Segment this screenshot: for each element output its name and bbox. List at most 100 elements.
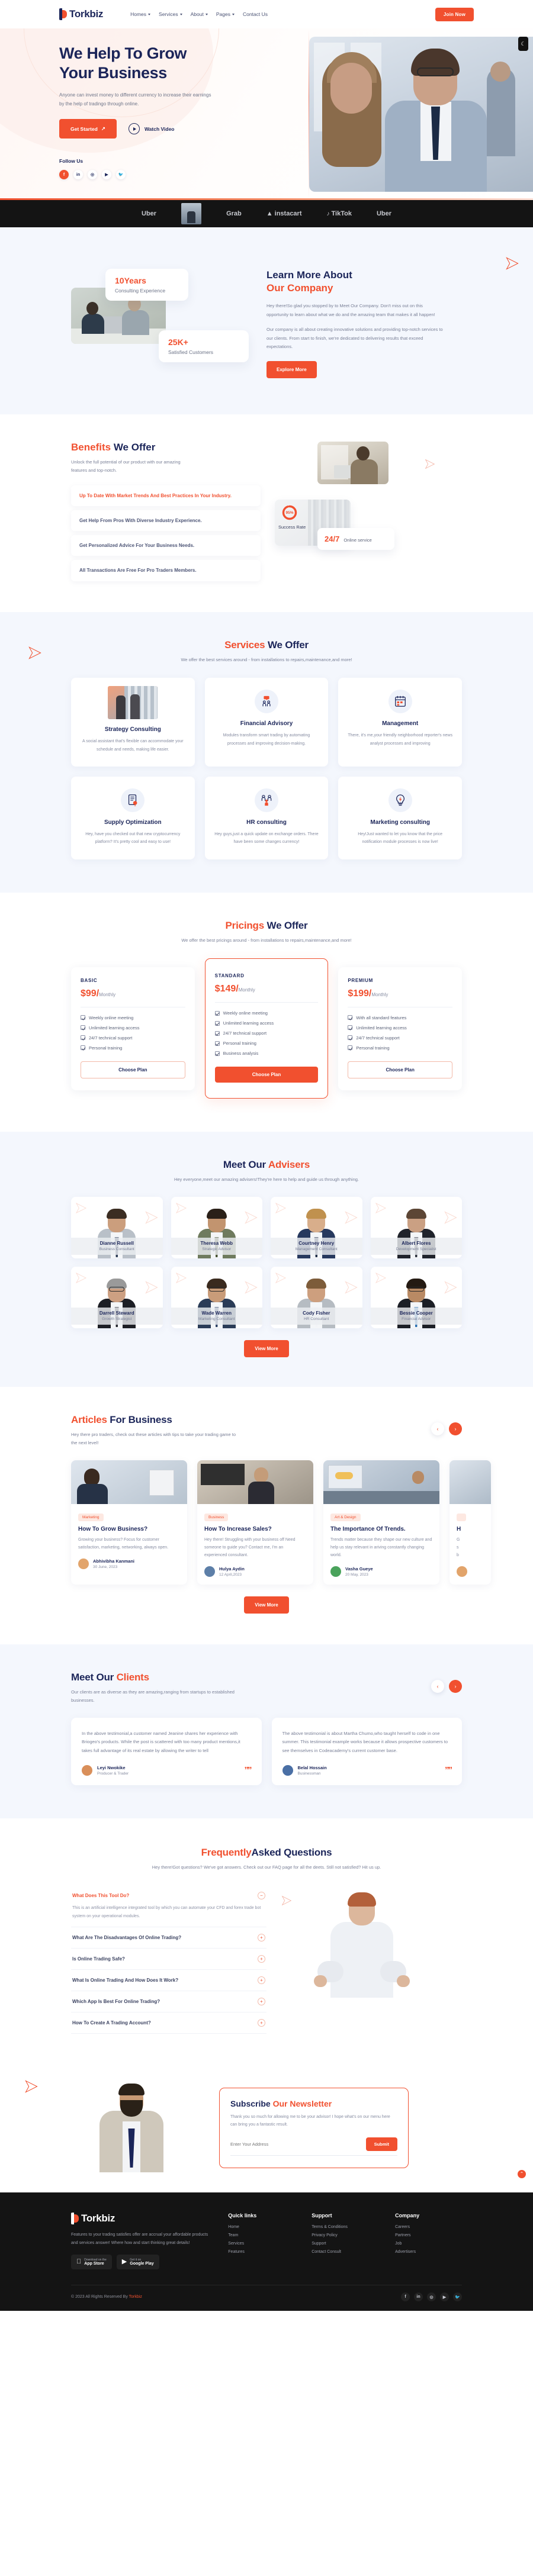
nav-label: Services: [159, 11, 178, 17]
footer-link[interactable]: Careers: [395, 2225, 462, 2229]
check-icon: [214, 1051, 220, 1056]
benefit-item-3[interactable]: Get Personalized Advice For Your Busines…: [71, 535, 261, 556]
plus-circle-icon[interactable]: +: [258, 1976, 265, 1984]
watch-video-button[interactable]: Watch Video: [128, 123, 175, 135]
avatar: [78, 1558, 89, 1569]
nav-item-pages[interactable]: Pages: [216, 11, 235, 17]
instagram-icon[interactable]: ◎: [88, 170, 97, 180]
facebook-icon[interactable]: f: [59, 170, 69, 180]
pricing-card-standard: STANDARD $149/Monthly Weekly online meet…: [204, 958, 329, 1099]
articles-view-more-button[interactable]: View More: [244, 1596, 289, 1614]
newsletter-email-input[interactable]: [230, 2141, 366, 2147]
app-store-button[interactable]:  Download on the App Store: [71, 2255, 112, 2270]
linkedin-icon[interactable]: in: [414, 2292, 423, 2302]
nav-item-contact-us[interactable]: Contact Us: [243, 11, 268, 17]
article-card[interactable]: Marketing How To Grow Business? Growing yo…: [71, 1460, 187, 1585]
plus-circle-icon[interactable]: +: [258, 1997, 265, 2005]
footer-link[interactable]: Features: [228, 2250, 295, 2254]
chevron-right-icon[interactable]: ›: [449, 1679, 462, 1693]
plus-circle-icon[interactable]: +: [258, 1933, 265, 1941]
youtube-icon[interactable]: ▶: [102, 170, 111, 180]
advisers-view-more-button[interactable]: View More: [244, 1340, 289, 1358]
benefit-item-4[interactable]: All Transactions Are Free For Pro Trader…: [71, 560, 261, 581]
footer-link[interactable]: Services: [228, 2242, 295, 2246]
adviser-card[interactable]: Dianne Russell Business Consultant: [71, 1197, 163, 1259]
footer-logo[interactable]: Torkbiz: [71, 2212, 211, 2224]
nav-item-about[interactable]: About: [191, 11, 208, 17]
linkedin-icon[interactable]: in: [73, 170, 83, 180]
faq-item[interactable]: How To Create A Trading Account? +: [71, 2012, 266, 2034]
google-play-button[interactable]: ▶ Get it on Google Play: [116, 2255, 159, 2270]
check-icon: [214, 1031, 220, 1036]
faq-item[interactable]: Which App Is Best For Online Trading? +: [71, 1991, 266, 2012]
twitter-icon[interactable]: 🐦: [116, 170, 126, 180]
benefit-item-2[interactable]: Get Help From Pros With Diverse Industry…: [71, 510, 261, 532]
service-card-hr-consulting[interactable]: HR consulting Hey guys,just a quick upda…: [204, 776, 329, 859]
join-now-button[interactable]: Join Now: [435, 7, 474, 21]
get-started-button[interactable]: Get Started ↗: [59, 119, 117, 139]
nav-item-services[interactable]: Services: [159, 11, 182, 17]
dark-mode-toggle[interactable]: ☾: [518, 37, 528, 51]
footer-link[interactable]: Job: [395, 2242, 462, 2246]
facebook-icon[interactable]: f: [401, 2292, 410, 2302]
chevron-left-icon[interactable]: ‹: [431, 1422, 444, 1436]
choose-plan-button-premium[interactable]: Choose Plan: [348, 1061, 452, 1078]
newsletter-submit-button[interactable]: Submit: [365, 2137, 397, 2151]
twitter-icon[interactable]: 🐦: [453, 2292, 462, 2302]
explore-more-button[interactable]: Explore More: [266, 361, 317, 378]
service-card-marketing-consulting[interactable]: Marketing consulting Hey!Just wanted to …: [338, 776, 462, 859]
faq-title: FrequentlyAsked Questions: [71, 1847, 462, 1859]
minus-circle-icon[interactable]: −: [258, 1892, 265, 1900]
footer-link[interactable]: Team: [228, 2233, 295, 2237]
adviser-card[interactable]: Albert Flores Development Specialist: [370, 1197, 462, 1259]
article-card[interactable]: Art & Design The Importance Of Trends. Tre…: [323, 1460, 439, 1585]
adviser-name: Dianne Russell: [99, 1241, 134, 1247]
footer-link[interactable]: Contact Consult: [312, 2250, 378, 2254]
service-card-strategy-consulting[interactable]: Strategy Consulting A social assistant t…: [71, 678, 195, 767]
footer-link[interactable]: Privacy Policy: [312, 2233, 378, 2237]
service-desc: Hey guys,just a quick update on exchange…: [214, 832, 319, 845]
instagram-icon[interactable]: ◎: [427, 2292, 436, 2302]
chevron-down-icon: [179, 13, 182, 15]
plus-circle-icon[interactable]: +: [258, 1954, 265, 1963]
footer-link[interactable]: Advertisers: [395, 2250, 462, 2254]
choose-plan-button-basic[interactable]: Choose Plan: [81, 1061, 185, 1078]
plan-feature: Weekly online meeting: [214, 1010, 319, 1016]
footer-link[interactable]: Support: [312, 2242, 378, 2246]
faq-item[interactable]: What Is Online Trading And How Does It W…: [71, 1970, 266, 1991]
article-card-partial[interactable]: HGsb: [449, 1460, 491, 1585]
article-title: The Importance Of Trends.: [330, 1526, 406, 1533]
youtube-icon[interactable]: ▶: [440, 2292, 449, 2302]
copyright-prefix: © 2023 All Rights Reserved By: [71, 2295, 129, 2300]
article-card[interactable]: Business How To Increase Sales? Hey there!…: [197, 1460, 313, 1585]
logo[interactable]: Torkbiz: [59, 8, 103, 20]
chevron-right-icon[interactable]: ›: [449, 1422, 462, 1436]
arrow-decoration-icon: [424, 458, 436, 470]
plus-circle-icon[interactable]: +: [258, 2018, 265, 2027]
service-card-management[interactable]: Management There, it's me,your friendly …: [338, 678, 462, 767]
footer-link[interactable]: Home: [228, 2225, 295, 2229]
adviser-card[interactable]: Wade Warren Marketing Consultant: [171, 1267, 262, 1329]
footer-link[interactable]: Partners: [395, 2233, 462, 2237]
avatar: [82, 1764, 92, 1776]
choose-plan-button-standard[interactable]: Choose Plan: [214, 1067, 319, 1083]
service-card-financial-advisory[interactable]: Financial Advisory Modules transform sma…: [204, 678, 329, 767]
scroll-to-top-button[interactable]: ⌃: [518, 2169, 526, 2178]
nav-item-homes[interactable]: Homes: [130, 11, 151, 17]
stat-value: 25K+: [168, 337, 188, 347]
faq-item[interactable]: Is Online Trading Safe? +: [71, 1949, 266, 1970]
service-desc: There, it's me,your friendly neighborhoo…: [348, 733, 452, 746]
service-card-supply-optimization[interactable]: Supply Optimization Hey, have you checke…: [71, 776, 195, 859]
benefit-item-1[interactable]: Up To Date With Market Trends And Best P…: [71, 485, 261, 506]
chevron-left-icon[interactable]: ‹: [431, 1679, 444, 1693]
adviser-card[interactable]: Bessie Cooper Financial Advisor: [370, 1267, 462, 1329]
faq-item[interactable]: What Does This Tool Do? − This is an artif…: [71, 1885, 266, 1927]
adviser-card[interactable]: Theresa Webb Strategic Advisor: [171, 1197, 262, 1259]
adviser-card[interactable]: Cody Fisher HR Consultant: [271, 1267, 362, 1329]
service-desc: Modules transform smart trading by autom…: [223, 733, 310, 746]
adviser-card[interactable]: Darrell Steward Growth Strategist: [71, 1267, 163, 1329]
footer-link[interactable]: Terms & Conditions: [312, 2225, 378, 2229]
adviser-card[interactable]: Courtney Henry Management Consultant: [271, 1197, 362, 1259]
brand-uber-2: Uber: [376, 210, 391, 217]
faq-item[interactable]: What Are The Disadvantages Of Online Tra…: [71, 1927, 266, 1949]
